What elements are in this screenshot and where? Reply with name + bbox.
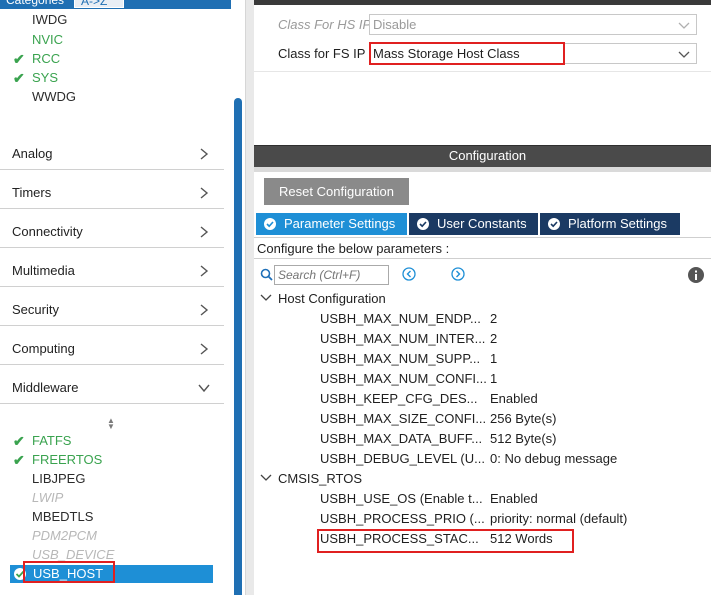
- configuration-title: Configuration: [448, 148, 527, 163]
- category-label: Connectivity: [12, 224, 83, 239]
- info-icon[interactable]: [688, 267, 704, 283]
- category-label: Analog: [12, 146, 53, 161]
- param-name[interactable]: USBH_MAX_NUM_INTER...: [320, 329, 485, 349]
- category-label: Computing: [12, 341, 75, 356]
- param-value[interactable]: 1: [490, 349, 497, 369]
- tree-item-rcc[interactable]: RCC: [32, 50, 60, 68]
- tab-user-constants[interactable]: User Constants: [409, 213, 538, 235]
- category-security[interactable]: Security: [0, 287, 224, 326]
- next-result-icon[interactable]: [451, 267, 465, 281]
- reset-configuration-button[interactable]: Reset Configuration: [264, 178, 409, 205]
- category-computing[interactable]: Computing: [0, 326, 224, 365]
- param-name[interactable]: USBH_PROCESS_PRIO (...: [320, 509, 485, 529]
- param-name[interactable]: USBH_MAX_DATA_BUFF...: [320, 429, 482, 449]
- check-icon: ✔: [13, 452, 25, 468]
- middleware-item-libjpeg[interactable]: LIBJPEG: [32, 470, 85, 488]
- component-panel: Categories A->Z IWDG NVIC ✔ RCC ✔ SYS WW…: [0, 0, 245, 595]
- group-host-configuration[interactable]: Host Configuration: [260, 290, 386, 308]
- chevron-right-icon: [200, 226, 209, 238]
- highlight-box: [317, 529, 574, 553]
- search-input[interactable]: [274, 265, 389, 285]
- hs-ip-label: Class For HS IP: [278, 17, 372, 32]
- category-middleware[interactable]: Middleware: [0, 365, 224, 404]
- tab-label: Parameter Settings: [284, 216, 396, 231]
- chevron-down-icon: [198, 384, 210, 393]
- param-name[interactable]: USBH_MAX_NUM_ENDP...: [320, 309, 481, 329]
- middleware-item-lwip[interactable]: LWIP: [32, 489, 63, 507]
- tab-categories[interactable]: Categories: [0, 0, 71, 8]
- param-name[interactable]: USBH_DEBUG_LEVEL (U...: [320, 449, 485, 469]
- sort-arrows-icon[interactable]: ▲ ▼: [106, 417, 116, 431]
- param-value[interactable]: 256 Byte(s): [490, 409, 556, 429]
- category-multimedia[interactable]: Multimedia: [0, 248, 224, 287]
- middleware-item-fatfs[interactable]: FATFS: [32, 432, 71, 450]
- check-icon: ✔: [13, 433, 25, 449]
- mode-header-bar: [254, 0, 711, 5]
- param-value[interactable]: Enabled: [490, 389, 538, 409]
- panel-splitter[interactable]: [245, 0, 254, 595]
- tab-label: Platform Settings: [568, 216, 667, 231]
- chevron-down-icon: [260, 474, 272, 481]
- tree-item-iwdg[interactable]: IWDG: [32, 11, 67, 29]
- param-name[interactable]: USBH_USE_OS (Enable t...: [320, 489, 483, 509]
- chevron-down-icon: [678, 22, 690, 29]
- check-circle-icon: [417, 218, 429, 230]
- tab-label: User Constants: [437, 216, 527, 231]
- tab-a-to-z[interactable]: A->Z: [74, 0, 124, 8]
- chevron-right-icon: [200, 343, 209, 355]
- middleware-item-pdm2pcm[interactable]: PDM2PCM: [32, 527, 97, 545]
- param-value[interactable]: priority: normal (default): [490, 509, 627, 529]
- middleware-item-freertos[interactable]: FREERTOS: [32, 451, 102, 469]
- hs-ip-select[interactable]: Disable: [369, 14, 697, 35]
- check-circle-icon: [264, 218, 276, 230]
- category-label: Middleware: [12, 380, 79, 395]
- param-name[interactable]: USBH_MAX_NUM_CONFI...: [320, 369, 487, 389]
- middleware-item-mbedtls[interactable]: MBEDTLS: [32, 508, 93, 526]
- tree-item-wwdg[interactable]: WWDG: [32, 88, 76, 106]
- param-value[interactable]: 2: [490, 309, 497, 329]
- configure-caption: Configure the below parameters :: [254, 237, 711, 259]
- previous-result-icon[interactable]: [402, 267, 416, 281]
- param-value[interactable]: 512 Byte(s): [490, 429, 556, 449]
- tab-parameter-settings[interactable]: Parameter Settings: [256, 213, 407, 235]
- param-name[interactable]: USBH_MAX_NUM_SUPP...: [320, 349, 480, 369]
- hs-ip-value: Disable: [373, 17, 417, 32]
- chevron-right-icon: [200, 148, 209, 160]
- param-name[interactable]: USBH_KEEP_CFG_DES...: [320, 389, 478, 409]
- category-label: Security: [12, 302, 59, 317]
- search-icon: [260, 268, 273, 281]
- chevron-down-icon: [260, 294, 272, 301]
- configuration-panel: Class For HS IP Disable Class for FS IP …: [254, 0, 711, 595]
- mode-area: [254, 71, 711, 145]
- group-cmsis-rtos[interactable]: CMSIS_RTOS: [260, 470, 362, 488]
- configuration-strip: [254, 167, 711, 172]
- category-timers[interactable]: Timers: [0, 170, 224, 209]
- scrollbar-thumb[interactable]: [234, 98, 242, 595]
- category-connectivity[interactable]: Connectivity: [0, 209, 224, 248]
- fs-ip-label: Class for FS IP: [278, 46, 366, 61]
- highlight-box: [23, 561, 115, 583]
- tree-item-nvic[interactable]: NVIC: [32, 31, 63, 49]
- group-label: CMSIS_RTOS: [278, 471, 363, 486]
- chevron-right-icon: [200, 304, 209, 316]
- tree-item-sys[interactable]: SYS: [32, 69, 58, 87]
- chevron-right-icon: [200, 187, 209, 199]
- param-value[interactable]: 0: No debug message: [490, 449, 617, 469]
- hs-ip-row: Class For HS IP Disable: [254, 14, 711, 36]
- highlight-box: [369, 42, 565, 65]
- check-icon: ✔: [13, 70, 25, 86]
- param-value[interactable]: 1: [490, 369, 497, 389]
- check-icon: ✔: [13, 51, 25, 67]
- chevron-right-icon: [200, 265, 209, 277]
- param-value[interactable]: Enabled: [490, 489, 538, 509]
- category-label: Multimedia: [12, 263, 75, 278]
- check-circle-icon: [548, 218, 560, 230]
- chevron-down-icon: [678, 51, 690, 58]
- category-analog[interactable]: Analog: [0, 131, 224, 170]
- category-label: Timers: [12, 185, 52, 200]
- param-value[interactable]: 2: [490, 329, 497, 349]
- group-label: Host Configuration: [278, 291, 386, 306]
- param-name[interactable]: USBH_MAX_SIZE_CONFI...: [320, 409, 486, 429]
- tab-platform-settings[interactable]: Platform Settings: [540, 213, 680, 235]
